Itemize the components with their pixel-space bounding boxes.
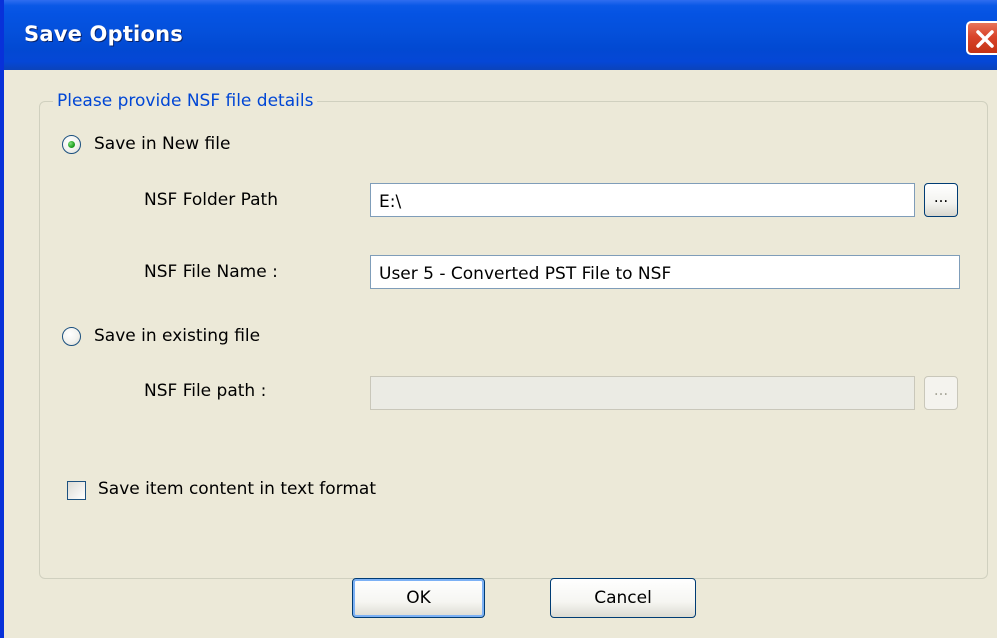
cancel-button[interactable]: Cancel bbox=[550, 578, 696, 618]
nsf-file-path-input[interactable] bbox=[370, 376, 915, 410]
nsf-file-path-label: NSF File path : bbox=[144, 381, 267, 401]
save-existing-file-label[interactable]: Save in existing file bbox=[94, 326, 260, 346]
text-format-label[interactable]: Save item content in text format bbox=[98, 479, 376, 499]
window-title: Save Options bbox=[24, 22, 183, 46]
nsf-folder-path-input[interactable]: E:\ bbox=[370, 183, 915, 217]
browse-folder-button[interactable]: ... bbox=[924, 183, 958, 217]
browse-file-button[interactable]: ... bbox=[924, 376, 958, 410]
ok-button[interactable]: OK bbox=[352, 578, 485, 618]
save-options-dialog: Save Options Please provide NSF file det… bbox=[0, 0, 997, 638]
save-existing-file-radio[interactable] bbox=[62, 327, 81, 346]
text-format-checkbox[interactable] bbox=[67, 481, 86, 500]
save-new-file-radio[interactable] bbox=[62, 135, 81, 154]
nsf-folder-path-label: NSF Folder Path bbox=[144, 190, 278, 210]
save-new-file-label[interactable]: Save in New file bbox=[94, 134, 230, 154]
title-bar[interactable]: Save Options bbox=[4, 0, 997, 70]
close-icon bbox=[976, 30, 994, 48]
close-button[interactable] bbox=[966, 21, 997, 55]
radio-selected-dot bbox=[68, 141, 75, 148]
groupbox-legend: Please provide NSF file details bbox=[53, 91, 318, 111]
nsf-file-name-label: NSF File Name : bbox=[144, 262, 278, 282]
nsf-file-name-input[interactable]: User 5 - Converted PST File to NSF bbox=[370, 255, 960, 289]
